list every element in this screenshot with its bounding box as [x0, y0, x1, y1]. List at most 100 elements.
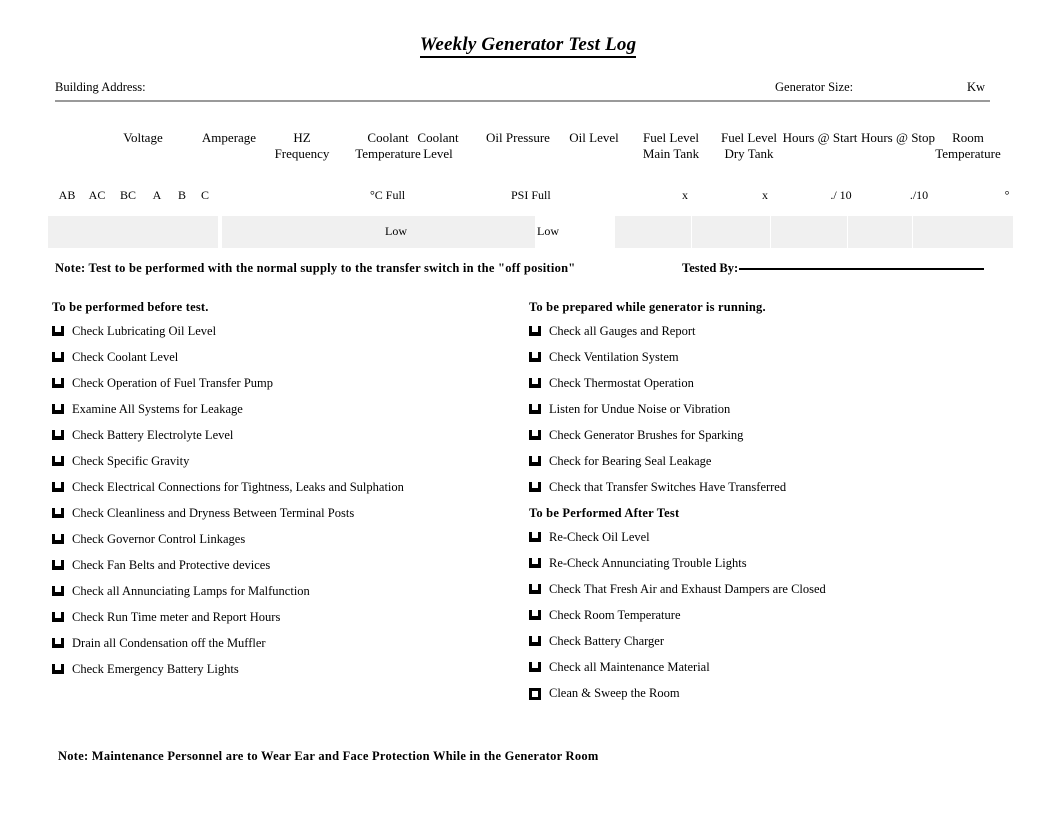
checklist-item[interactable]: Check Governor Control Linkages	[52, 532, 522, 546]
checklist-item[interactable]: Check all Gauges and Report	[529, 324, 999, 338]
checklist-item[interactable]: Check Run Time meter and Report Hours	[52, 610, 522, 624]
checkbox-icon[interactable]	[52, 326, 64, 336]
checkbox-icon[interactable]	[52, 430, 64, 440]
checklist-item-label: Clean & Sweep the Room	[549, 686, 680, 700]
checklist-item[interactable]: Check That Fresh Air and Exhaust Dampers…	[529, 582, 999, 596]
input-hours-at-start[interactable]	[848, 216, 912, 248]
checkbox-icon[interactable]	[529, 584, 541, 594]
kw-unit-label: Kw	[967, 80, 986, 94]
subheader-hours-start-tenths: ./ 10	[830, 188, 852, 202]
checklist-item[interactable]: Examine All Systems for Leakage	[52, 402, 522, 416]
checklist-item[interactable]: Check that Transfer Switches Have Transf…	[529, 480, 999, 494]
weekly-generator-test-log-page: Weekly Generator Test Log Building Addre…	[0, 0, 1056, 816]
checklist-item-label: Check that Transfer Switches Have Transf…	[549, 480, 787, 494]
checklist-item[interactable]: Check Battery Electrolyte Level	[52, 428, 522, 442]
checklist-item[interactable]: Check Electrical Connections for Tightne…	[52, 480, 522, 494]
checkbox-icon[interactable]	[529, 482, 541, 492]
checklist-item[interactable]: Check Thermostat Operation	[529, 376, 999, 390]
measurement-input-row: Low Low	[48, 216, 1013, 248]
checklist-item[interactable]: Check Operation of Fuel Transfer Pump	[52, 376, 522, 390]
checkbox-icon[interactable]	[52, 378, 64, 388]
checklist-item-label: Check Coolant Level	[72, 350, 179, 364]
checkbox-icon[interactable]	[52, 404, 64, 414]
checkbox-icon[interactable]	[529, 430, 541, 440]
checklist-item[interactable]: Re-Check Annunciating Trouble Lights	[529, 556, 999, 570]
subheader-a: A	[152, 188, 162, 202]
tested-by-line[interactable]	[739, 268, 985, 270]
checklist-item[interactable]: Check Lubricating Oil Level	[52, 324, 522, 338]
subheader-c: C	[200, 188, 209, 202]
checkbox-icon[interactable]	[52, 586, 64, 596]
checkbox-icon[interactable]	[52, 508, 64, 518]
checkbox-icon[interactable]	[52, 612, 64, 622]
subheader-bc: BC	[119, 188, 136, 202]
checklist-item-label: Check Generator Brushes for Sparking	[549, 428, 744, 442]
measurement-subheaders: AB AC BC A B C °C Full PSI Full x x ./ 1…	[48, 188, 1013, 208]
measurement-column-headers: Voltage Amperage HZ Frequency Coolant Te…	[48, 130, 1013, 180]
section-heading-before-test: To be performed before test.	[52, 300, 209, 314]
checkbox-icon[interactable]	[529, 404, 541, 414]
checklist-item-label: Check Battery Electrolyte Level	[72, 428, 234, 442]
checklist-item[interactable]: Check Generator Brushes for Sparking	[529, 428, 999, 442]
checklist-item-label: Check Fan Belts and Protective devices	[72, 558, 271, 572]
checkbox-icon[interactable]	[52, 560, 64, 570]
checklist-item-label: Check Specific Gravity	[72, 454, 190, 468]
checklist-item[interactable]: Check Room Temperature	[529, 608, 999, 622]
checkbox-icon[interactable]	[52, 352, 64, 362]
subheader-ac: AC	[88, 188, 106, 202]
checklist-item-label: Check Thermostat Operation	[549, 376, 694, 390]
section-heading-after-test: To be Performed After Test	[529, 506, 680, 520]
checkbox-icon[interactable]	[529, 532, 541, 542]
checklist-item-label: Check Operation of Fuel Transfer Pump	[72, 376, 274, 390]
checklist-item-label: Check all Maintenance Material	[549, 660, 710, 674]
subheader-coolant-low: Low	[385, 224, 407, 238]
checklist-item[interactable]: Clean & Sweep the Room	[529, 686, 999, 700]
input-oil-level[interactable]	[615, 216, 691, 248]
checklist-item[interactable]: Check Emergency Battery Lights	[52, 662, 522, 676]
checklist-item[interactable]: Check Specific Gravity	[52, 454, 522, 468]
checkbox-icon[interactable]	[529, 326, 541, 336]
checkbox-icon[interactable]	[52, 638, 64, 648]
checklist-item[interactable]: Check Coolant Level	[52, 350, 522, 364]
checkbox-icon[interactable]	[52, 664, 64, 674]
checkbox-icon[interactable]	[52, 482, 64, 492]
subheader-oil-low: Low	[537, 224, 559, 238]
checklist-item-label: Check for Bearing Seal Leakage	[549, 454, 712, 468]
checkbox-icon[interactable]	[52, 456, 64, 466]
checkbox-icon[interactable]	[52, 534, 64, 544]
input-amperage-phases[interactable]	[222, 216, 457, 248]
input-voltage-phases[interactable]	[48, 216, 218, 248]
checkbox-icon[interactable]	[529, 636, 541, 646]
checkbox-icon[interactable]	[529, 662, 541, 672]
checklist-item[interactable]: Listen for Undue Noise or Vibration	[529, 402, 999, 416]
checklist-item-label: Drain all Condensation off the Muffler	[72, 636, 266, 650]
input-hours-at-stop[interactable]	[913, 216, 1013, 248]
checklist-item[interactable]: Check Ventilation System	[529, 350, 999, 364]
checkbox-icon[interactable]	[529, 456, 541, 466]
input-fuel-main-tank[interactable]	[692, 216, 770, 248]
checklist-item-label: Re-Check Oil Level	[549, 530, 650, 544]
checklist-item[interactable]: Drain all Condensation off the Muffler	[52, 636, 522, 650]
checklist-item-label: Check Electrical Connections for Tightne…	[72, 480, 404, 494]
input-coolant-level[interactable]	[455, 216, 535, 248]
checklist-item[interactable]: Check Fan Belts and Protective devices	[52, 558, 522, 572]
checklist-item[interactable]: Check Cleanliness and Dryness Between Te…	[52, 506, 522, 520]
building-address-label: Building Address:	[55, 80, 146, 94]
checkbox-icon[interactable]	[529, 352, 541, 362]
subheader-b: B	[177, 188, 186, 202]
checkbox-icon[interactable]	[529, 610, 541, 620]
checkbox-icon[interactable]	[529, 688, 541, 700]
checklist-item[interactable]: Check for Bearing Seal Leakage	[529, 454, 999, 468]
subheader-ab: AB	[58, 188, 76, 202]
checklist-item-label: Re-Check Annunciating Trouble Lights	[549, 556, 747, 570]
checklist-item[interactable]: Check all Annunciating Lamps for Malfunc…	[52, 584, 522, 598]
checklist-item-label: Examine All Systems for Leakage	[72, 402, 243, 416]
input-fuel-dry-tank[interactable]	[771, 216, 847, 248]
checkbox-icon[interactable]	[529, 558, 541, 568]
checklist-item[interactable]: Re-Check Oil Level	[529, 530, 999, 544]
page-title: Weekly Generator Test Log	[0, 34, 1056, 58]
checklist-item[interactable]: Check Battery Charger	[529, 634, 999, 648]
checkbox-icon[interactable]	[529, 378, 541, 388]
checklist-item[interactable]: Check all Maintenance Material	[529, 660, 999, 674]
tested-by-field[interactable]: Tested By:	[682, 261, 985, 276]
